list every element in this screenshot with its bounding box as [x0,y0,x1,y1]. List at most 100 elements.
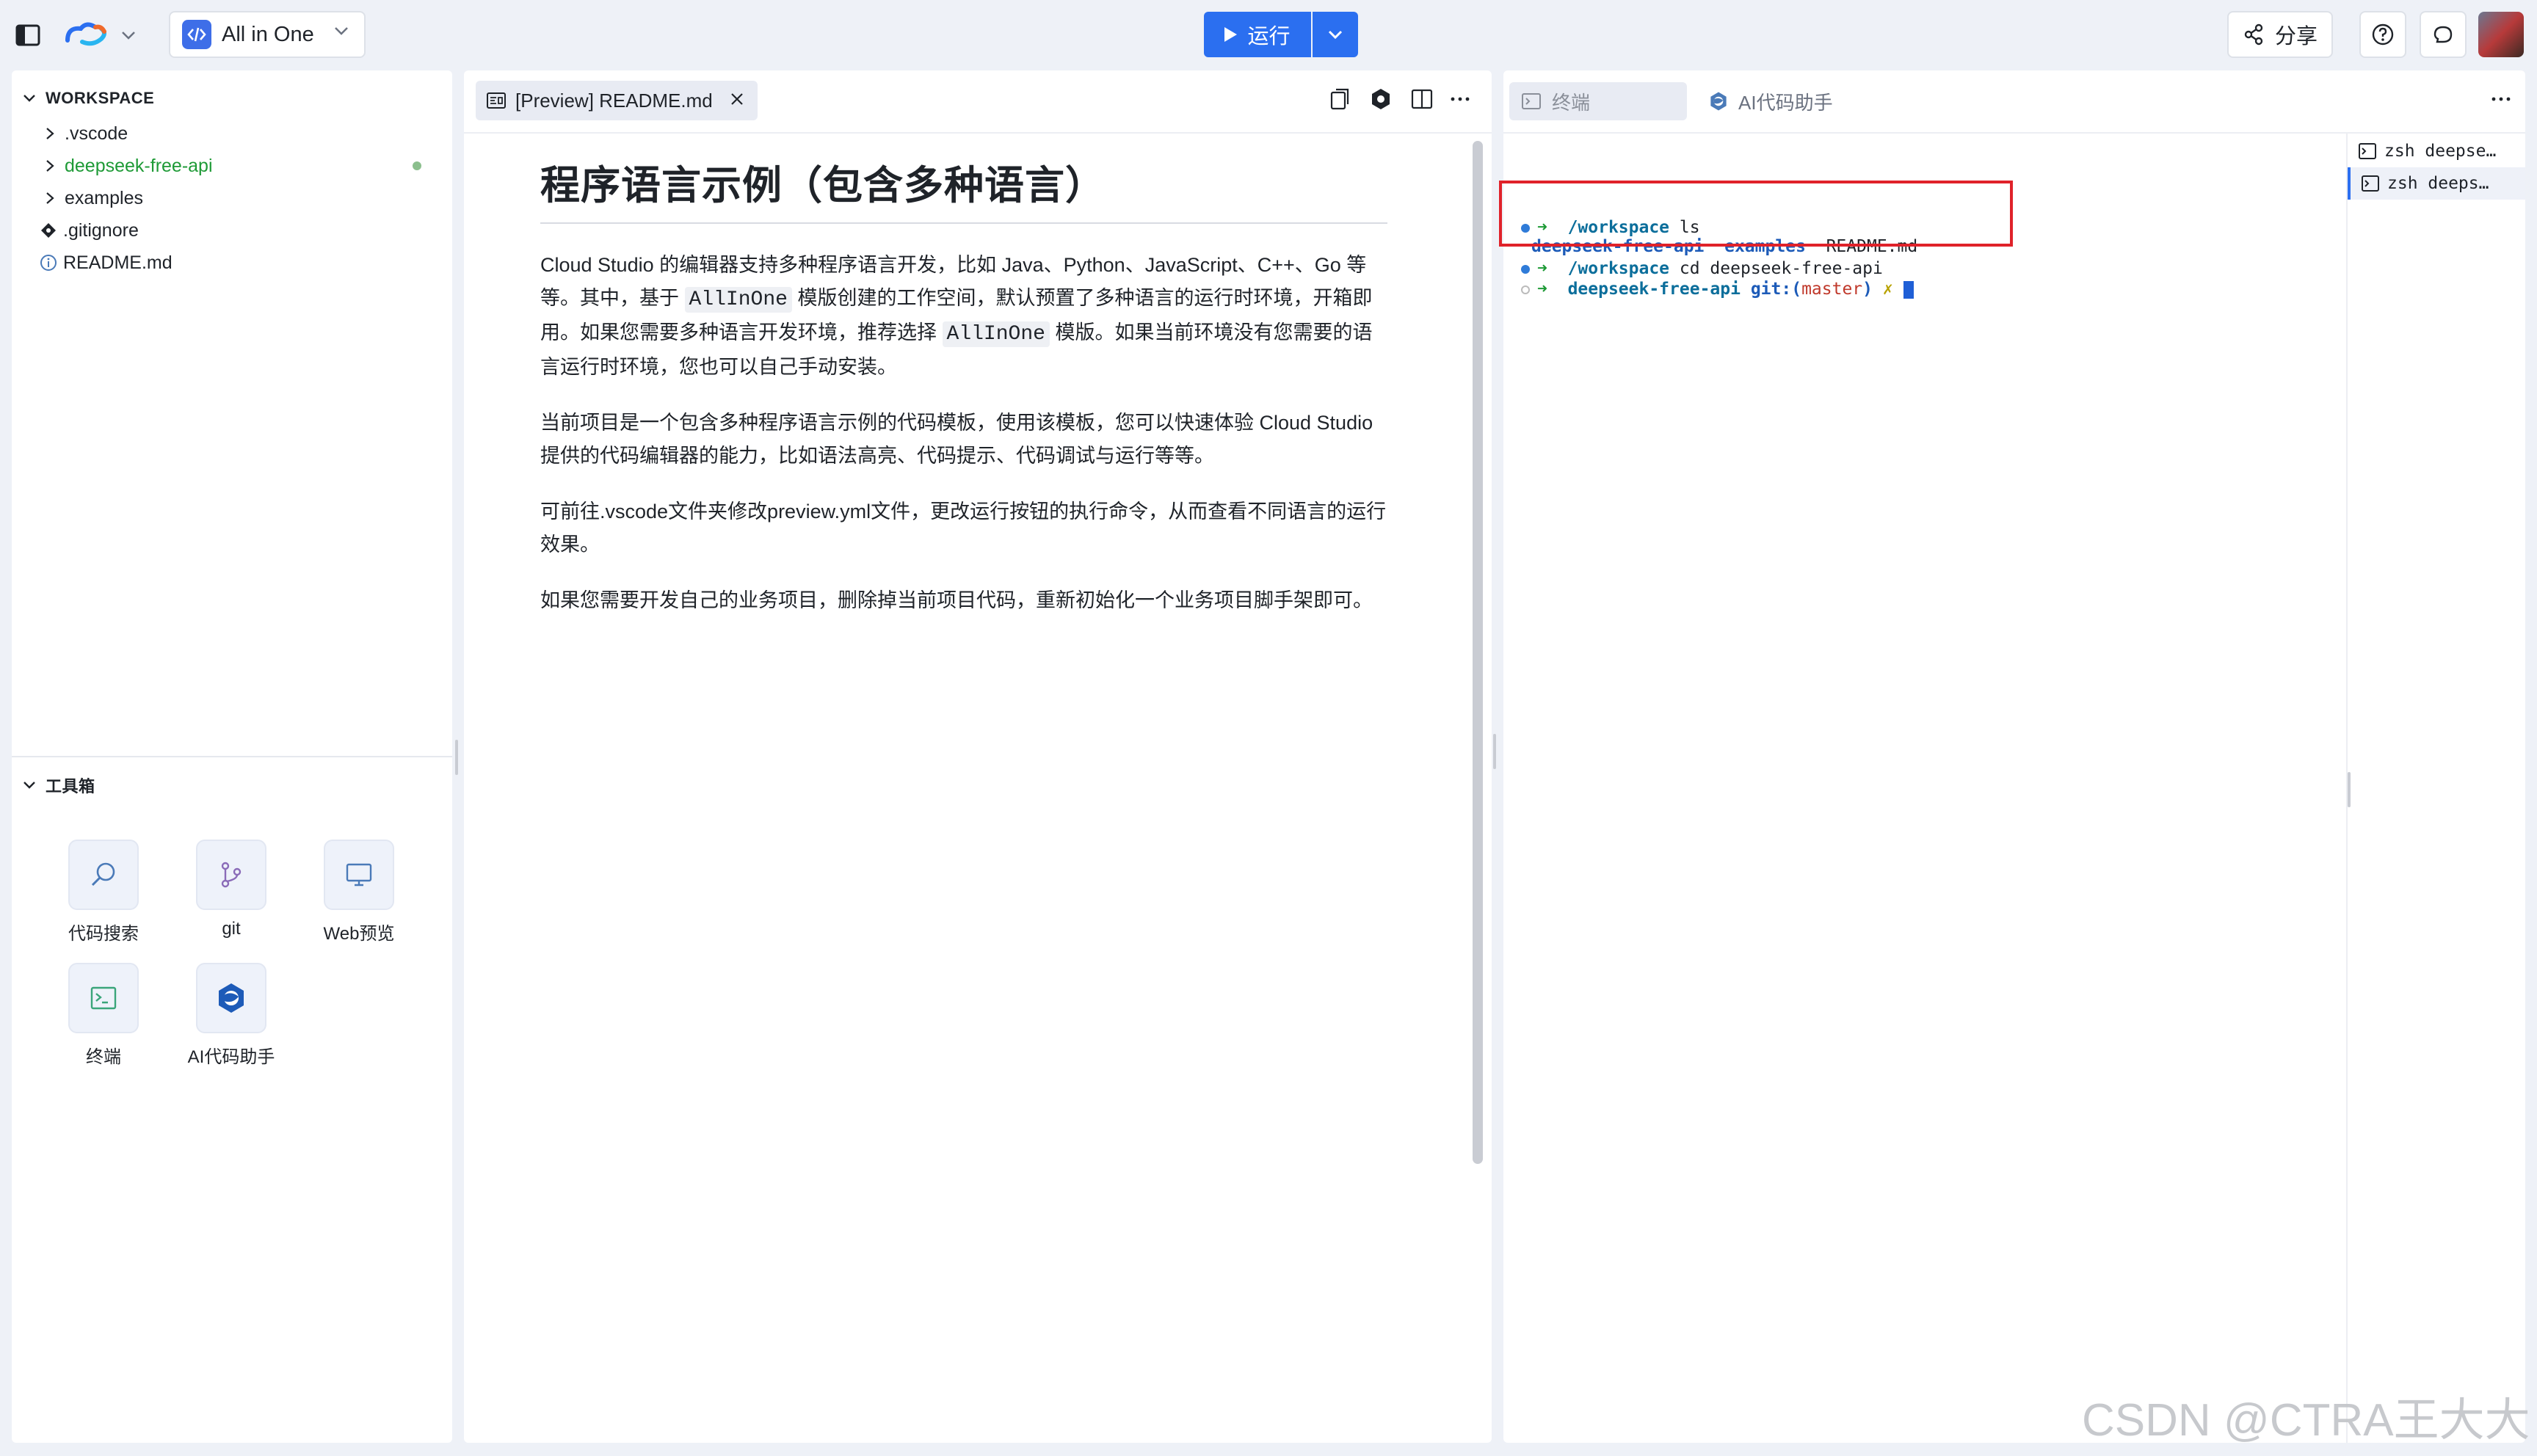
markdown-preview: 程序语言示例（包含多种语言） Cloud Studio 的编辑器支持多种程序语言… [540,153,1387,640]
tab-label: [Preview] README.md [515,89,713,112]
tool-web-preview[interactable]: Web预览 [297,840,421,944]
tree-item-label: deepseek-free-api [65,155,213,176]
share-label: 分享 [2274,25,2318,48]
tree-item-label: .gitignore [63,219,139,241]
cloud-studio-logo-icon[interactable] [63,19,110,50]
vertical-scrollbar[interactable] [1473,141,1483,1164]
status-dot [1521,264,1530,274]
workspace-section-header[interactable]: WORKSPACE [12,82,154,114]
tree-item-vscode[interactable]: .vscode [12,117,452,150]
terminal-cursor [1903,280,1914,299]
git-prefix: git:( [1740,280,1802,299]
info-icon [34,254,63,272]
git-branch-icon [196,840,266,910]
terminal-icon [2359,143,2376,159]
chevron-down-icon [23,782,35,789]
inline-code: AllInOne [684,287,792,313]
tab-ai-assistant[interactable]: AI代码助手 [1696,82,1887,120]
tool-label: 终端 [86,1047,121,1067]
tree-item-deepseek-free-api[interactable]: deepseek-free-api [12,150,452,182]
session-label: zsh deeps… [2387,174,2489,193]
toggle-sidebar-icon[interactable] [13,21,43,50]
tree-item-readme[interactable]: README.md [12,247,452,279]
chevron-down-icon [333,26,349,40]
tool-terminal[interactable]: 终端 [41,963,166,1068]
tab-bar-divider [464,132,1492,134]
terminal-icon [1522,93,1541,109]
terminal-line: ➜ /workspace cd deepseek-free-api [1514,258,1883,279]
tree-item-examples[interactable]: examples [12,182,452,214]
git-diamond-icon [34,222,63,239]
tool-label: 代码搜索 [68,924,139,944]
inline-code: AllInOne [942,321,1050,347]
section-divider[interactable] [12,756,452,757]
avatar[interactable] [2478,12,2524,57]
project-selector[interactable]: All in One [169,11,366,58]
tool-label: git [222,919,241,939]
close-icon[interactable] [728,90,746,113]
feedback-button[interactable] [2420,11,2467,58]
modified-indicator [413,161,421,170]
chevron-down-icon[interactable] [117,25,139,46]
more-icon[interactable] [1448,87,1473,115]
tree-item-label: .vscode [65,123,128,144]
more-icon[interactable] [2489,87,2514,115]
git-branch: master [1801,280,1863,299]
prompt-dir: /workspace [1567,259,1670,278]
help-button[interactable] [2359,11,2406,58]
chevron-right-icon [35,126,65,141]
terminal-icon [68,963,139,1033]
run-label: 运行 [1247,25,1291,48]
page-title: 程序语言示例（包含多种语言） [540,153,1387,224]
workspace-title: WORKSPACE [46,89,155,107]
tool-label: AI代码助手 [187,1047,275,1067]
git-suffix: ) [1862,280,1873,299]
terminal-line: ➜ deepseek-free-api git:(master) ✗ [1514,279,1914,299]
project-name: All in One [222,22,314,46]
tab-readme-preview[interactable]: [Preview] README.md [476,81,758,120]
command: cd deepseek-free-api [1669,259,1883,278]
run-button[interactable]: 运行 [1204,12,1311,57]
tab-terminal[interactable]: 终端 [1509,82,1687,120]
paragraph-3: 可前往.vscode文件夹修改preview.yml文件，更改运行按钮的执行命令… [540,500,1387,556]
tool-label: Web预览 [323,924,395,944]
chevron-right-icon [35,191,65,205]
chat-icon [2433,26,2453,43]
terminal-session-item[interactable]: zsh deepse… [2348,135,2525,167]
resize-handle[interactable] [1493,734,1496,769]
tool-code-search[interactable]: 代码搜索 [41,840,166,944]
highlight-annotation-box [1499,181,2013,247]
editor-panel: [Preview] README.md 程序语言示例（包含多种语言） Cloud… [464,70,1492,1443]
code-icon [182,20,211,49]
run-options-dropdown[interactable] [1313,12,1358,57]
tool-ai-assistant[interactable]: AI代码助手 [169,963,294,1068]
status-dot [1521,285,1530,294]
split-editor-icon[interactable] [1409,87,1434,115]
toolbox-title: 工具箱 [46,777,95,796]
explorer-panel: WORKSPACE .vscode deepseek-free-api exam… [12,70,458,1443]
open-source-icon[interactable] [1327,87,1352,115]
help-icon [2372,23,2394,46]
terminal-session-item[interactable]: zsh deeps… [2348,167,2525,200]
resize-handle[interactable] [2348,772,2351,807]
search-icon [68,840,139,910]
share-button[interactable]: 分享 [2227,11,2333,58]
top-bar: All in One 运行 分享 [0,0,2537,69]
terminal-icon [2362,175,2379,192]
ai-assistant-icon [1710,92,1727,111]
share-icon [2244,23,2263,46]
ai-assistant-icon [196,963,266,1033]
tree-item-label: README.md [63,252,173,273]
tool-git[interactable]: git [169,840,294,939]
preview-icon [487,92,506,109]
chevron-right-icon [35,159,65,173]
resize-handle[interactable] [455,740,458,775]
watermark: CSDN @CTRA王大大 [2082,1395,2530,1446]
tree-item-gitignore[interactable]: .gitignore [12,214,452,247]
paragraph-2: 当前项目是一个包含多种程序语言示例的代码模板，使用该模板，您可以快速体验 Clo… [540,412,1373,467]
terminal-output[interactable]: ➜ /workspace ls deepseek-free-api exampl… [1503,141,2348,1440]
play-icon [1224,27,1238,42]
prompt-dir: deepseek-free-api [1567,280,1741,299]
settings-icon[interactable] [1368,87,1393,115]
toolbox-section-header[interactable]: 工具箱 [12,769,95,801]
